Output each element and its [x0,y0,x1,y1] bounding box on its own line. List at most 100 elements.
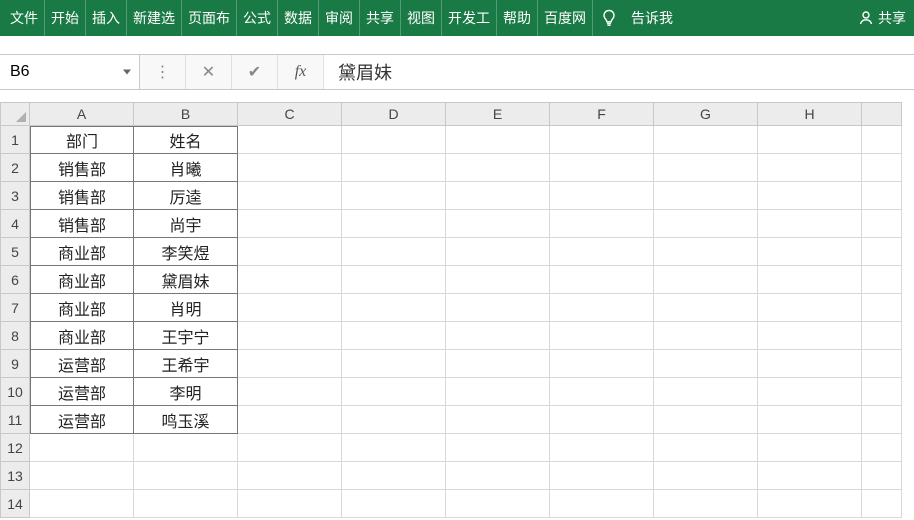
row-header[interactable]: 14 [0,490,30,518]
cell[interactable]: 商业部 [30,238,134,266]
cell[interactable] [342,210,446,238]
cell[interactable] [550,266,654,294]
cell[interactable] [238,126,342,154]
cell[interactable] [342,378,446,406]
cell[interactable]: 尚宇 [134,210,238,238]
cell[interactable] [654,238,758,266]
row-header[interactable]: 9 [0,350,30,378]
cell[interactable] [758,154,862,182]
cell[interactable] [446,406,550,434]
cell[interactable] [758,266,862,294]
cell[interactable] [654,126,758,154]
confirm-icon[interactable]: ✔ [232,55,278,89]
cell[interactable] [550,322,654,350]
cell[interactable] [654,378,758,406]
row-header[interactable]: 12 [0,434,30,462]
cell[interactable] [446,434,550,462]
cell[interactable] [862,490,902,518]
cell[interactable] [862,434,902,462]
cell[interactable] [654,322,758,350]
cell[interactable] [446,182,550,210]
menu-file[interactable]: 文件 [4,0,45,36]
cell[interactable] [238,462,342,490]
cell[interactable]: 王希宇 [134,350,238,378]
cell[interactable] [550,378,654,406]
row-header[interactable]: 11 [0,406,30,434]
column-header[interactable]: G [654,102,758,126]
menu-help[interactable]: 帮助 [497,0,538,36]
cell[interactable] [342,238,446,266]
cell[interactable] [550,462,654,490]
cell[interactable] [654,434,758,462]
cell[interactable] [862,182,902,210]
cell[interactable]: 部门 [30,126,134,154]
cell[interactable] [30,462,134,490]
cell[interactable] [654,210,758,238]
cancel-icon[interactable]: ✕ [186,55,232,89]
cell[interactable] [446,490,550,518]
cell[interactable]: 运营部 [30,350,134,378]
cell[interactable] [238,238,342,266]
cell[interactable]: 厉逵 [134,182,238,210]
cell[interactable] [654,154,758,182]
cell[interactable] [342,266,446,294]
cell[interactable] [862,294,902,322]
menu-pagelayout[interactable]: 页面布 [182,0,237,36]
cell[interactable] [654,350,758,378]
cell[interactable] [758,182,862,210]
cell[interactable] [654,490,758,518]
cell[interactable] [550,294,654,322]
cell[interactable] [238,490,342,518]
cell[interactable] [550,154,654,182]
cell[interactable] [342,182,446,210]
cell[interactable] [550,406,654,434]
cell[interactable] [238,322,342,350]
cell[interactable] [758,350,862,378]
cell[interactable] [342,294,446,322]
cell[interactable] [238,350,342,378]
cell[interactable] [862,210,902,238]
cell[interactable] [758,406,862,434]
formula-input[interactable]: 黛眉妹 [324,55,914,89]
column-header[interactable]: F [550,102,654,126]
cell[interactable] [862,350,902,378]
cell[interactable] [550,210,654,238]
cell[interactable] [758,462,862,490]
cell[interactable]: 销售部 [30,154,134,182]
row-header[interactable]: 4 [0,210,30,238]
row-header[interactable]: 8 [0,322,30,350]
cell[interactable] [238,266,342,294]
share-button[interactable]: 共享 [878,8,906,28]
cell[interactable] [550,434,654,462]
menu-home[interactable]: 开始 [45,0,86,36]
row-header[interactable]: 1 [0,126,30,154]
cell[interactable] [238,434,342,462]
cell[interactable]: 鸣玉溪 [134,406,238,434]
menu-developer[interactable]: 开发工 [442,0,497,36]
cell[interactable] [862,266,902,294]
cell[interactable] [862,238,902,266]
row-header[interactable]: 3 [0,182,30,210]
cell[interactable] [342,126,446,154]
column-header[interactable] [862,102,902,126]
menu-tellme[interactable]: 告诉我 [625,0,679,36]
menu-baidu[interactable]: 百度网 [538,0,593,36]
cell[interactable] [238,154,342,182]
cell[interactable] [862,378,902,406]
cell[interactable]: 商业部 [30,322,134,350]
cell[interactable]: 商业部 [30,266,134,294]
row-header[interactable]: 7 [0,294,30,322]
cell[interactable] [862,126,902,154]
cell[interactable]: 王宇宁 [134,322,238,350]
cell[interactable] [862,406,902,434]
cell[interactable] [134,462,238,490]
name-box[interactable]: B6 [0,55,140,89]
cell[interactable] [342,406,446,434]
cell[interactable] [758,434,862,462]
cell[interactable] [446,266,550,294]
menu-insert[interactable]: 插入 [86,0,127,36]
row-header[interactable]: 10 [0,378,30,406]
cell[interactable] [342,350,446,378]
cell[interactable] [654,294,758,322]
cell[interactable] [862,154,902,182]
